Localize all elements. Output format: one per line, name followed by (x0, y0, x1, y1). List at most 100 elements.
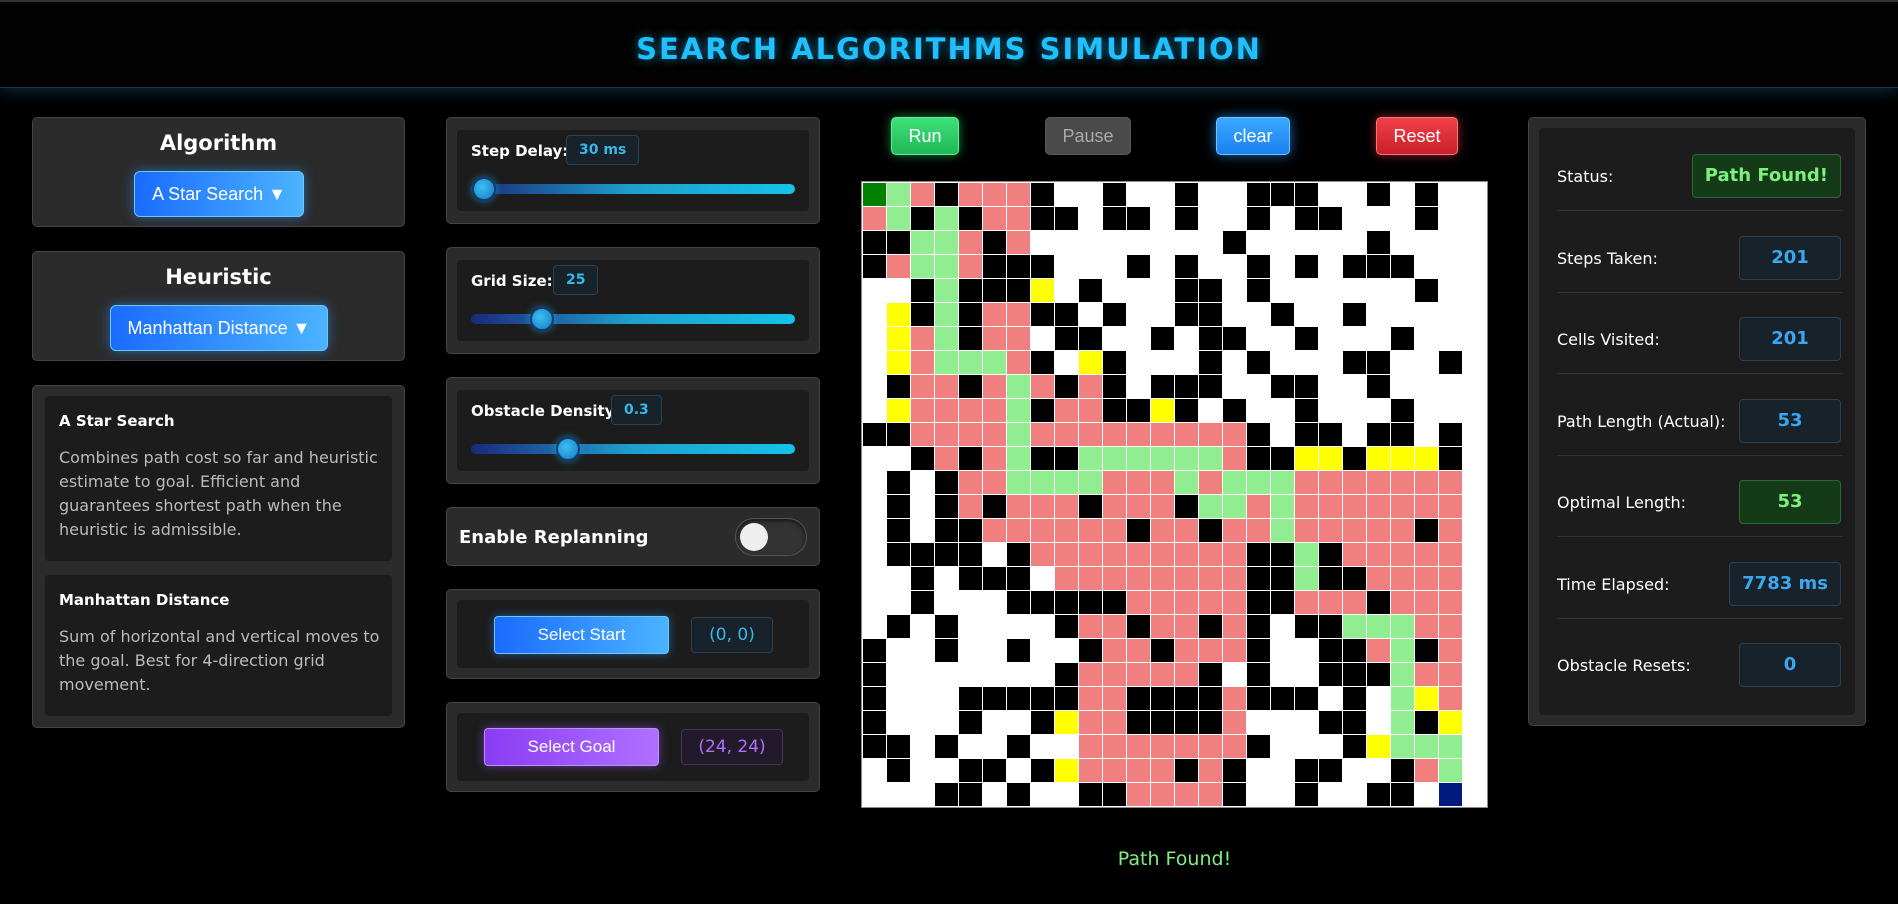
grid-cell[interactable] (1319, 278, 1343, 302)
grid-cell[interactable] (862, 422, 886, 446)
grid-cell[interactable] (1054, 350, 1078, 374)
grid-cell[interactable] (958, 615, 982, 639)
grid-cell[interactable] (1223, 254, 1247, 278)
grid-cell[interactable] (1199, 254, 1223, 278)
grid-cell[interactable] (1199, 543, 1223, 567)
grid-cell[interactable] (1223, 567, 1247, 591)
grid-cell[interactable] (934, 615, 958, 639)
grid-cell[interactable] (1295, 519, 1319, 543)
grid-cell[interactable] (1319, 567, 1343, 591)
grid-cell[interactable] (1367, 735, 1391, 759)
grid-cell[interactable] (958, 206, 982, 230)
grid-cell[interactable] (1295, 711, 1319, 735)
grid-cell[interactable] (1415, 711, 1439, 735)
grid-cell[interactable] (886, 615, 910, 639)
grid-cell[interactable] (1054, 759, 1078, 783)
grid-cell[interactable] (886, 519, 910, 543)
grid-cell[interactable] (958, 783, 982, 807)
grid-cell[interactable] (1271, 326, 1295, 350)
grid-cell[interactable] (1391, 302, 1415, 326)
grid-cell[interactable] (1415, 663, 1439, 687)
grid-cell[interactable] (1415, 302, 1439, 326)
grid-cell[interactable] (1223, 446, 1247, 470)
grid-cell[interactable] (958, 735, 982, 759)
grid-cell[interactable] (1343, 663, 1367, 687)
grid-cell[interactable] (982, 230, 1006, 254)
grid-cell[interactable] (1078, 374, 1102, 398)
grid-cell[interactable] (1126, 567, 1150, 591)
grid-cell[interactable] (862, 495, 886, 519)
grid-cell[interactable] (886, 302, 910, 326)
grid-cell[interactable] (862, 543, 886, 567)
grid-cell[interactable] (1126, 543, 1150, 567)
grid-cell[interactable] (958, 182, 982, 206)
grid-cell[interactable] (910, 230, 934, 254)
grid-cell[interactable] (862, 206, 886, 230)
grid-cell[interactable] (1078, 567, 1102, 591)
grid-cell[interactable] (1030, 302, 1054, 326)
grid-cell[interactable] (934, 783, 958, 807)
grid-cell[interactable] (1199, 495, 1223, 519)
grid-cell[interactable] (862, 663, 886, 687)
grid-cell[interactable] (1319, 591, 1343, 615)
grid-cell[interactable] (1367, 422, 1391, 446)
grid-cell[interactable] (1295, 735, 1319, 759)
grid-cell[interactable] (1319, 711, 1343, 735)
grid-cell[interactable] (1030, 398, 1054, 422)
grid-cell[interactable] (862, 470, 886, 494)
grid-cell[interactable] (1343, 495, 1367, 519)
grid-cell[interactable] (886, 639, 910, 663)
grid-cell[interactable] (1247, 783, 1271, 807)
grid-cell[interactable] (1102, 687, 1126, 711)
grid-cell[interactable] (1199, 278, 1223, 302)
grid-cell[interactable] (1439, 567, 1463, 591)
grid-cell[interactable] (1199, 639, 1223, 663)
grid-cell[interactable] (1150, 687, 1174, 711)
grid-cell[interactable] (958, 495, 982, 519)
grid-cell[interactable] (1439, 302, 1463, 326)
grid-cell[interactable] (1199, 687, 1223, 711)
grid-cell[interactable] (1126, 374, 1150, 398)
grid-cell[interactable] (1223, 543, 1247, 567)
grid-cell[interactable] (1439, 206, 1463, 230)
grid-cell[interactable] (1415, 759, 1439, 783)
grid-cell[interactable] (1439, 783, 1463, 807)
replanning-toggle[interactable] (735, 518, 807, 556)
grid-cell[interactable] (1439, 591, 1463, 615)
grid-cell[interactable] (1319, 374, 1343, 398)
grid-cell[interactable] (982, 495, 1006, 519)
grid-cell[interactable] (1391, 254, 1415, 278)
grid-cell[interactable] (958, 687, 982, 711)
grid-cell[interactable] (958, 326, 982, 350)
grid-cell[interactable] (1271, 759, 1295, 783)
grid-cell[interactable] (1150, 759, 1174, 783)
grid-cell[interactable] (1150, 711, 1174, 735)
grid-cell[interactable] (1078, 615, 1102, 639)
grid-cell[interactable] (1295, 567, 1319, 591)
grid-cell[interactable] (910, 639, 934, 663)
grid-cell[interactable] (1175, 543, 1199, 567)
grid-cell[interactable] (1439, 711, 1463, 735)
grid-cell[interactable] (1415, 543, 1439, 567)
grid-cell[interactable] (1271, 470, 1295, 494)
grid-cell[interactable] (958, 278, 982, 302)
grid-cell[interactable] (1006, 759, 1030, 783)
grid-cell[interactable] (1030, 254, 1054, 278)
grid-cell[interactable] (1054, 254, 1078, 278)
grid-cell[interactable] (1271, 639, 1295, 663)
grid-cell[interactable] (1439, 230, 1463, 254)
grid-cell[interactable] (1319, 615, 1343, 639)
grid-cell[interactable] (1295, 543, 1319, 567)
grid-cell[interactable] (1030, 206, 1054, 230)
grid-cell[interactable] (1078, 543, 1102, 567)
grid-cell[interactable] (934, 230, 958, 254)
grid-cell[interactable] (910, 711, 934, 735)
grid-cell[interactable] (1271, 422, 1295, 446)
grid-cell[interactable] (934, 422, 958, 446)
grid-cell[interactable] (1199, 230, 1223, 254)
grid-cell[interactable] (1223, 374, 1247, 398)
grid-cell[interactable] (1030, 422, 1054, 446)
grid-cell[interactable] (1054, 398, 1078, 422)
grid-cell[interactable] (1126, 495, 1150, 519)
grid-cell[interactable] (1367, 711, 1391, 735)
